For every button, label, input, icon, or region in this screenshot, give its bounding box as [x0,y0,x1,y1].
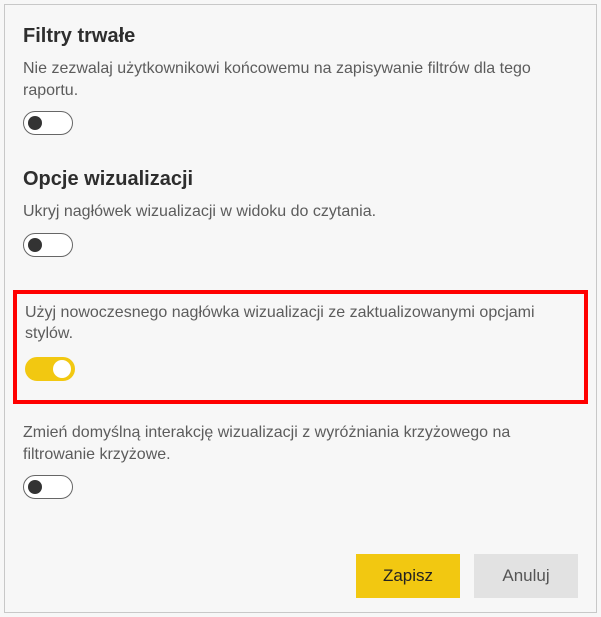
setting-hide-header: Ukryj nagłówek wizualizacji w widoku do … [23,201,578,262]
toggle-modern-header[interactable] [25,357,75,381]
setting-label: Ukryj nagłówek wizualizacji w widoku do … [23,201,578,223]
toggle-knob [28,480,42,494]
highlight-modern-header: Użyj nowoczesnego nagłówka wizualizacji … [13,290,588,404]
setting-label: Zmień domyślną interakcję wizualizacji z… [23,422,578,465]
footer-actions: Zapisz Anuluj [23,542,578,598]
toggle-cross-filter[interactable] [23,475,73,499]
toggle-persist-filters[interactable] [23,111,73,135]
settings-panel: Filtry trwałe Nie zezwalaj użytkownikowi… [4,4,597,613]
setting-cross-filter: Zmień domyślną interakcję wizualizacji z… [23,422,578,504]
toggle-knob [28,238,42,252]
setting-label: Użyj nowoczesnego nagłówka wizualizacji … [25,302,576,345]
setting-persist-filters: Nie zezwalaj użytkownikowi końcowemu na … [23,58,578,140]
toggle-knob [28,116,42,130]
setting-label: Nie zezwalaj użytkownikowi końcowemu na … [23,58,578,101]
visualization-heading: Opcje wizualizacji [23,168,578,191]
cancel-button[interactable]: Anuluj [474,554,578,598]
toggle-hide-header[interactable] [23,233,73,257]
save-button[interactable]: Zapisz [356,554,460,598]
filters-heading: Filtry trwałe [23,25,578,48]
settings-content: Filtry trwałe Nie zezwalaj użytkownikowi… [23,25,578,542]
toggle-knob [53,360,71,378]
